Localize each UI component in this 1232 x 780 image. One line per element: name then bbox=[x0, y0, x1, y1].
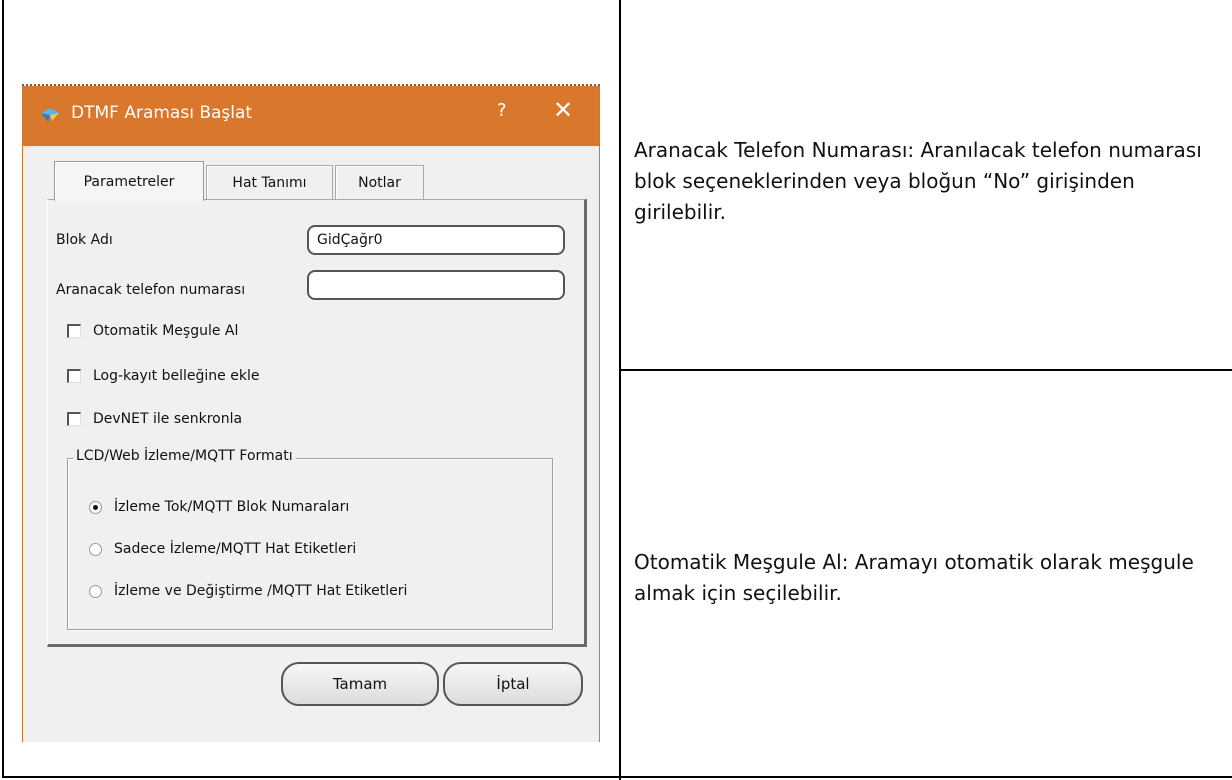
dtmf-call-dialog: DTMF Araması Başlat ? ✕ Parametreler Hat… bbox=[22, 86, 600, 742]
checkbox-log-memory[interactable]: Log-kayıt belleğine ekle bbox=[67, 368, 259, 384]
app-icon bbox=[41, 108, 59, 122]
tab-hat-tanimi[interactable]: Hat Tanımı bbox=[206, 165, 333, 199]
dialog-title: DTMF Araması Başlat bbox=[71, 103, 253, 123]
checkbox-box[interactable] bbox=[67, 369, 81, 383]
checkbox-label: Otomatik Meşgule Al bbox=[93, 323, 239, 339]
radio-button[interactable] bbox=[89, 500, 102, 514]
phone-number-input[interactable] bbox=[307, 270, 565, 300]
radio-label: İzleme Tok/MQTT Blok Numaraları bbox=[114, 499, 350, 515]
tab-notlar[interactable]: Notlar bbox=[335, 165, 424, 199]
radio-button[interactable] bbox=[89, 542, 102, 556]
radio-button[interactable] bbox=[89, 584, 102, 598]
table-column-divider bbox=[619, 0, 621, 780]
close-button[interactable]: ✕ bbox=[553, 96, 573, 124]
radio-label: İzleme ve Değiştirme /MQTT Hat Etiketler… bbox=[114, 583, 408, 599]
ok-button[interactable]: Tamam bbox=[281, 662, 439, 706]
dialog-titlebar: DTMF Araması Başlat ? ✕ bbox=[23, 86, 599, 146]
checkbox-auto-busy[interactable]: Otomatik Meşgule Al bbox=[67, 323, 238, 339]
block-name-input[interactable] bbox=[307, 225, 565, 255]
checkbox-devnet-sync[interactable]: DevNET ile senkronla bbox=[67, 411, 242, 427]
checkbox-box[interactable] bbox=[67, 324, 81, 338]
radio-option-block-numbers[interactable]: İzleme Tok/MQTT Blok Numaraları bbox=[89, 499, 349, 515]
checkbox-label: Log-kayıt belleğine ekle bbox=[93, 368, 260, 384]
format-group-legend: LCD/Web İzleme/MQTT Formatı bbox=[73, 448, 296, 464]
tab-parametreler[interactable]: Parametreler bbox=[54, 161, 204, 201]
table-row-divider bbox=[620, 369, 1232, 371]
radio-label: Sadece İzleme/MQTT Hat Etiketleri bbox=[114, 541, 357, 557]
auto-busy-description: Otomatik Meşgule Al: Aramayı otomatik ol… bbox=[634, 550, 1194, 605]
cancel-button[interactable]: İptal bbox=[443, 662, 583, 706]
help-button[interactable]: ? bbox=[497, 100, 507, 121]
phone-number-label: Aranacak telefon numarası bbox=[56, 282, 246, 298]
radio-option-line-labels[interactable]: Sadece İzleme/MQTT Hat Etiketleri bbox=[89, 541, 356, 557]
block-name-label: Blok Adı bbox=[56, 232, 113, 248]
checkbox-label: DevNET ile senkronla bbox=[93, 411, 243, 427]
checkbox-box[interactable] bbox=[67, 412, 81, 426]
phone-number-description: Aranacak Telefon Numarası: Aranılacak te… bbox=[634, 138, 1202, 224]
radio-option-edit-line-labels[interactable]: İzleme ve Değiştirme /MQTT Hat Etiketler… bbox=[89, 583, 407, 599]
